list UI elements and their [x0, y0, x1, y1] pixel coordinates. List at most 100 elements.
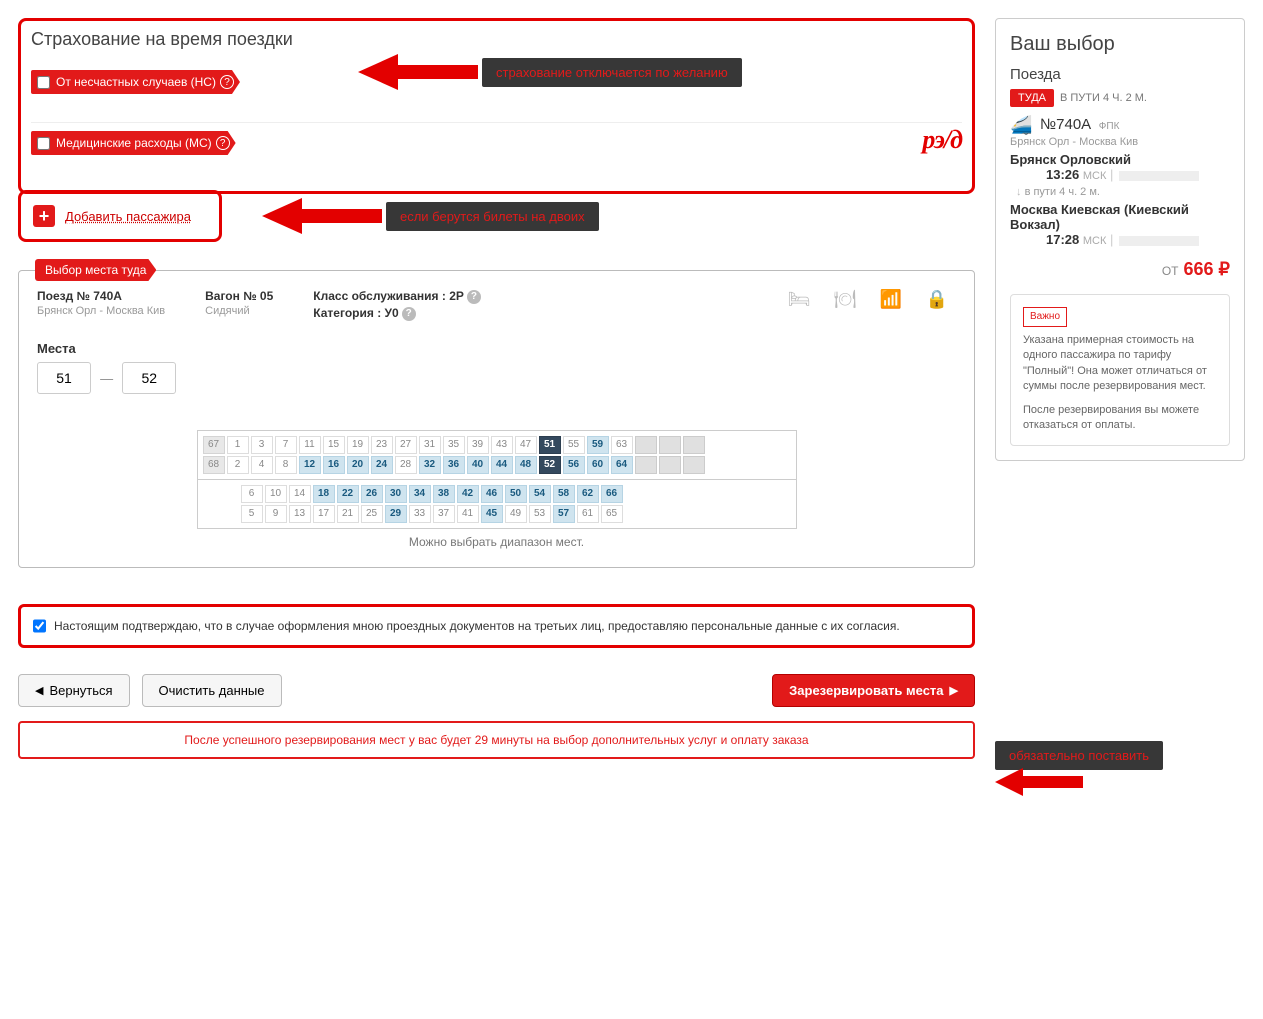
clear-button[interactable]: Очистить данные	[142, 674, 282, 707]
seat-10[interactable]: 10	[265, 485, 287, 503]
seat-42[interactable]: 42	[457, 485, 479, 503]
seat-9[interactable]: 9	[265, 505, 287, 523]
seat-35[interactable]: 35	[443, 436, 465, 454]
seat-20[interactable]: 20	[347, 456, 369, 474]
seat-37[interactable]: 37	[433, 505, 455, 523]
seat-40[interactable]: 40	[467, 456, 489, 474]
seat-50[interactable]: 50	[505, 485, 527, 503]
seat-12[interactable]: 12	[299, 456, 321, 474]
seat-blank	[635, 436, 657, 454]
seat-11[interactable]: 11	[299, 436, 321, 454]
seat-43[interactable]: 43	[491, 436, 513, 454]
car-type: Сидячий	[205, 305, 273, 317]
seat-45[interactable]: 45	[481, 505, 503, 523]
add-passenger-box: + Добавить пассажира	[18, 190, 222, 242]
insurance-section: Страхование на время поездки От несчастн…	[18, 18, 975, 194]
seat-63[interactable]: 63	[611, 436, 633, 454]
seat-67[interactable]: 67	[203, 436, 225, 454]
seat-13[interactable]: 13	[289, 505, 311, 523]
seat-16[interactable]: 16	[323, 456, 345, 474]
seat-17[interactable]: 17	[313, 505, 335, 523]
seat-30[interactable]: 30	[385, 485, 407, 503]
seat-21[interactable]: 21	[337, 505, 359, 523]
insurance-accident-checkbox[interactable]	[37, 76, 50, 89]
seat-55[interactable]: 55	[563, 436, 585, 454]
seat-blank	[659, 456, 681, 474]
seat-23[interactable]: 23	[371, 436, 393, 454]
seat-47[interactable]: 47	[515, 436, 537, 454]
add-passenger-button[interactable]: + Добавить пассажира	[25, 197, 215, 235]
seat-22[interactable]: 22	[337, 485, 359, 503]
insurance-title: Страхование на время поездки	[31, 29, 962, 50]
seat-57[interactable]: 57	[553, 505, 575, 523]
seat-60[interactable]: 60	[587, 456, 609, 474]
train-number-side: №740А	[1040, 116, 1091, 133]
seat-24[interactable]: 24	[371, 456, 393, 474]
seat-49[interactable]: 49	[505, 505, 527, 523]
seat-5[interactable]: 5	[241, 505, 263, 523]
back-button[interactable]: ◀Вернуться	[18, 674, 130, 707]
seat-68[interactable]: 68	[203, 456, 225, 474]
seat-52[interactable]: 52	[539, 456, 561, 474]
seat-54[interactable]: 54	[529, 485, 551, 503]
seat-18[interactable]: 18	[313, 485, 335, 503]
insurance-accident-option[interactable]: От несчастных случаев (НС) ?	[31, 70, 240, 94]
category: Категория : У0	[313, 306, 398, 320]
seat-14[interactable]: 14	[289, 485, 311, 503]
seat-19[interactable]: 19	[347, 436, 369, 454]
help-icon[interactable]: ?	[216, 136, 230, 150]
seat-1[interactable]: 1	[227, 436, 249, 454]
seat-2[interactable]: 2	[227, 456, 249, 474]
seat-from-input[interactable]	[37, 362, 91, 394]
consent-checkbox[interactable]	[33, 617, 46, 635]
seat-26[interactable]: 26	[361, 485, 383, 503]
seat-28[interactable]: 28	[395, 456, 417, 474]
seat-59[interactable]: 59	[587, 436, 609, 454]
seat-15[interactable]: 15	[323, 436, 345, 454]
reserve-button[interactable]: Зарезервировать места▶	[772, 674, 975, 707]
seat-61[interactable]: 61	[577, 505, 599, 523]
seat-39[interactable]: 39	[467, 436, 489, 454]
seat-panel-tab: Выбор места туда	[35, 259, 156, 281]
plus-icon: +	[33, 205, 55, 227]
seat-51[interactable]: 51	[539, 436, 561, 454]
seat-65[interactable]: 65	[601, 505, 623, 523]
seat-44[interactable]: 44	[491, 456, 513, 474]
seat-48[interactable]: 48	[515, 456, 537, 474]
seat-36[interactable]: 36	[443, 456, 465, 474]
seat-53[interactable]: 53	[529, 505, 551, 523]
help-icon[interactable]: ?	[220, 75, 234, 89]
arrival-station: Москва Киевская (Киевский Вокзал)	[1010, 202, 1230, 232]
insurance-medical-checkbox[interactable]	[37, 137, 50, 150]
train-icon: 🚄	[1010, 115, 1032, 135]
seat-56[interactable]: 56	[563, 456, 585, 474]
help-icon[interactable]: ?	[402, 307, 416, 321]
seat-25[interactable]: 25	[361, 505, 383, 523]
seat-38[interactable]: 38	[433, 485, 455, 503]
seat-to-input[interactable]	[122, 362, 176, 394]
seat-3[interactable]: 3	[251, 436, 273, 454]
service-class: Класс обслуживания : 2Р	[313, 289, 464, 303]
important-tag: Важно	[1023, 307, 1067, 327]
seat-32[interactable]: 32	[419, 456, 441, 474]
seat-41[interactable]: 41	[457, 505, 479, 523]
insurance-medical-option[interactable]: Медицинские расходы (МС) ?	[31, 131, 236, 155]
wifi-icon: 📶	[878, 289, 904, 310]
seat-8[interactable]: 8	[275, 456, 297, 474]
seat-6[interactable]: 6	[241, 485, 263, 503]
seat-29[interactable]: 29	[385, 505, 407, 523]
help-icon[interactable]: ?	[467, 290, 481, 304]
seat-46[interactable]: 46	[481, 485, 503, 503]
seat-27[interactable]: 27	[395, 436, 417, 454]
seat-31[interactable]: 31	[419, 436, 441, 454]
seat-64[interactable]: 64	[611, 456, 633, 474]
annotation-arrow: обязательно поставить	[995, 741, 1245, 770]
seat-66[interactable]: 66	[601, 485, 623, 503]
seat-58[interactable]: 58	[553, 485, 575, 503]
annotation-arrow	[995, 768, 1245, 796]
seat-4[interactable]: 4	[251, 456, 273, 474]
seat-34[interactable]: 34	[409, 485, 431, 503]
seat-62[interactable]: 62	[577, 485, 599, 503]
seat-33[interactable]: 33	[409, 505, 431, 523]
seat-7[interactable]: 7	[275, 436, 297, 454]
